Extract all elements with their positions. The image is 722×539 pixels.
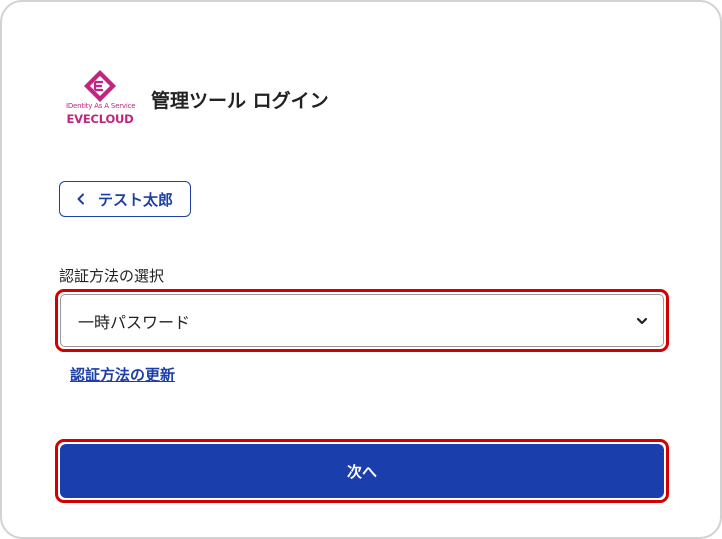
update-auth-method-link[interactable]: 認証方法の更新 [70, 364, 175, 385]
logo-brand: EVECLOUD [66, 112, 134, 126]
auth-method-value: 一時パスワード [78, 312, 191, 332]
next-button-highlight: 次へ [55, 439, 669, 503]
eve-logo-icon [84, 70, 116, 102]
eve-logo: IDentity As A Service EVECLOUD [66, 69, 136, 127]
auth-method-label: 認証方法の選択 [59, 267, 165, 285]
next-button[interactable]: 次へ [60, 444, 664, 498]
auth-method-highlight: 一時パスワード [55, 289, 669, 352]
chevron-down-icon [636, 317, 648, 324]
back-user-button[interactable]: テスト太郎 [59, 181, 191, 217]
page-title: 管理ツール ログイン [151, 90, 329, 112]
back-user-label: テスト太郎 [98, 190, 174, 209]
chevron-left-icon [77, 193, 84, 205]
next-button-label: 次へ [346, 462, 377, 481]
login-card: IDentity As A Service EVECLOUD 管理ツール ログイ… [0, 0, 722, 539]
logo-tagline: IDentity As A Service [66, 102, 136, 110]
auth-method-select[interactable]: 一時パスワード [60, 294, 664, 347]
